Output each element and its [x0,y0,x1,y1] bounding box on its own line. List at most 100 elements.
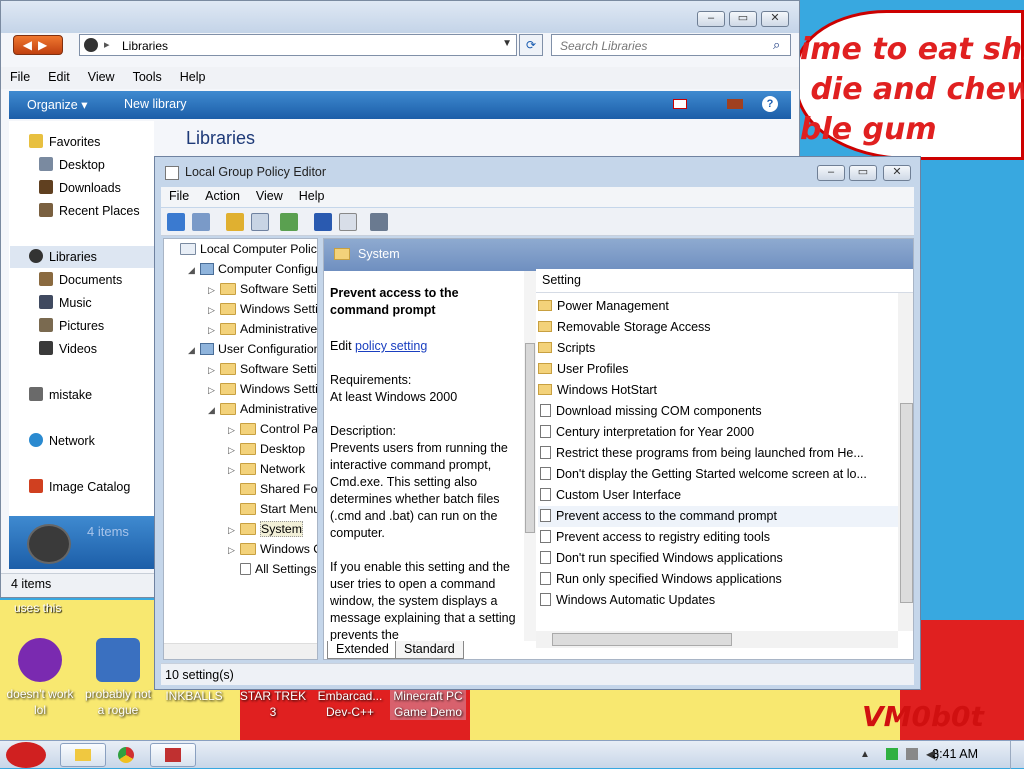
gpo-menu-help[interactable]: Help [291,187,333,205]
list-item[interactable]: Don't run specified Windows applications [538,548,898,569]
list-item[interactable]: Download missing COM components [538,401,898,422]
explorer-maximize-button[interactable]: ▭ [729,11,757,27]
tree-node[interactable]: ▷ Administrative Te [208,320,317,339]
filter-icon[interactable] [370,213,389,231]
expanded-arrow-icon[interactable]: ◢ [208,401,220,420]
tree-node[interactable]: ▷ Windows Setting [208,300,317,320]
export-list-icon[interactable] [280,213,299,231]
collapsed-arrow-icon[interactable]: ▷ [228,441,240,460]
gpo-menu-action[interactable]: Action [197,187,248,205]
collapsed-arrow-icon[interactable]: ▷ [228,461,240,480]
tree-node[interactable]: ◢ Administrative Te [208,400,317,420]
tab-extended[interactable]: Extended [327,641,398,659]
nav-mistake[interactable]: mistake [29,387,92,402]
nav-image-catalog[interactable]: Image Catalog [29,479,130,494]
column-header-setting[interactable]: Setting [536,269,913,293]
organize-button[interactable]: Organize ▾ [27,97,87,112]
scroll-thumb[interactable] [552,633,732,646]
gpo-title[interactable]: Local Group Policy Editor [185,165,326,179]
gpo-maximize-button[interactable]: ▭ [849,165,877,181]
tree-node[interactable]: Start Menu ar [228,500,317,519]
tree-node[interactable]: ▷ Software Setting [208,360,317,380]
preview-pane-icon[interactable] [727,99,743,109]
chrome-icon[interactable] [118,747,134,763]
desktop-icon-devcpp[interactable]: Embarcad... Dev-C++ [312,688,388,720]
start-button-angry-bird-icon[interactable] [6,742,46,768]
gpo-menu-view[interactable]: View [248,187,291,205]
address-bar[interactable]: ▸ Libraries ▼ [79,34,517,56]
tree-node[interactable]: ▷ Software Setting [208,280,317,300]
list-item[interactable]: Prevent access to the command prompt [538,506,898,527]
menu-file[interactable]: File [1,67,39,87]
tree-node[interactable]: ▷ Windows Setting [208,380,317,400]
tree-node[interactable]: ◢ Computer Configura [188,260,317,280]
nav-libraries[interactable]: Libraries [29,249,97,264]
expanded-arrow-icon[interactable]: ◢ [188,261,200,280]
help-book-icon[interactable] [313,213,332,231]
desktop-icon-inkballs[interactable]: INKBALLS [156,688,232,704]
menu-view[interactable]: View [79,67,124,87]
tree-node[interactable]: Shared Folde [228,480,317,499]
chevron-down-icon[interactable]: ▼ [502,38,512,49]
taskbar-explorer-button[interactable] [60,743,106,767]
list-item[interactable]: Custom User Interface [538,485,898,506]
scroll-thumb[interactable] [525,343,535,533]
description-scrollbar[interactable] [524,271,536,641]
nav-downloads[interactable]: Downloads [39,180,121,195]
tab-standard[interactable]: Standard [395,641,464,659]
collapsed-arrow-icon[interactable]: ▷ [228,421,240,440]
menu-edit[interactable]: Edit [39,67,79,87]
menu-tools[interactable]: Tools [124,67,171,87]
list-item[interactable]: Scripts [538,338,898,359]
scroll-thumb[interactable] [900,403,913,603]
refresh-icon[interactable]: ⟳ [519,34,543,56]
list-item[interactable]: User Profiles [538,359,898,380]
gpo-close-button[interactable]: ✕ [883,165,911,181]
explorer-titlebar[interactable] [1,1,799,33]
collapsed-arrow-icon[interactable]: ▷ [208,381,220,400]
collapsed-arrow-icon[interactable]: ▷ [228,521,240,540]
taskbar-gpo-button[interactable] [150,743,196,767]
nav-recent-places[interactable]: Recent Places [39,203,140,218]
nav-pictures[interactable]: Pictures [39,318,104,333]
collapsed-arrow-icon[interactable]: ▷ [208,361,220,380]
list-item[interactable]: Windows HotStart [538,380,898,401]
explorer-close-button[interactable]: ✕ [761,11,789,27]
menu-help[interactable]: Help [171,67,215,87]
desktop-icon-startrek[interactable]: STAR TREK 3 [235,688,311,720]
nav-documents[interactable]: Documents [39,272,122,287]
list-item[interactable]: Prevent access to registry editing tools [538,527,898,548]
nav-network[interactable]: Network [29,433,95,448]
desktop-icon-minecraft[interactable]: Minecraft PC Game Demo [390,688,466,720]
collapsed-arrow-icon[interactable]: ▷ [208,301,220,320]
nav-desktop[interactable]: Desktop [39,157,105,172]
back-arrow-icon[interactable] [167,213,185,231]
collapsed-arrow-icon[interactable]: ▷ [228,541,240,560]
tree-horizontal-scrollbar[interactable] [164,643,317,659]
network-tray-icon[interactable] [886,748,898,760]
clock[interactable]: 3:41 AM [932,747,978,761]
search-icon[interactable]: ⌕ [773,37,780,53]
nav-music[interactable]: Music [39,295,92,310]
list-item[interactable]: Century interpretation for Year 2000 [538,422,898,443]
tree-node[interactable]: ▷ Control Pane [228,420,317,440]
tree-node[interactable]: ▷ Desktop [228,440,305,459]
tray-expand-icon[interactable]: ▲ [860,749,870,760]
list-item[interactable]: Don't display the Getting Started welcom… [538,464,898,485]
tree-node[interactable]: ▷ Windows Co [228,540,317,560]
collapsed-arrow-icon[interactable]: ▷ [208,281,220,300]
desktop-icon-rogue[interactable]: probably not a rogue [80,638,156,718]
expanded-arrow-icon[interactable]: ◢ [188,341,200,360]
list-vertical-scrollbar[interactable] [898,293,913,631]
show-desktop-button[interactable] [1010,741,1024,769]
forward-arrow-icon[interactable] [192,213,211,231]
list-item[interactable]: Removable Storage Access [538,317,898,338]
list-item[interactable]: Power Management [538,296,898,317]
tree-node[interactable]: ▷ System [228,520,303,539]
gpo-menu-file[interactable]: File [161,187,197,205]
new-library-button[interactable]: New library [124,97,187,111]
back-forward-buttons[interactable]: ◀▶ [13,35,63,55]
up-folder-icon[interactable] [225,213,244,231]
policy-setting-link[interactable]: policy setting [355,339,427,353]
display-tray-icon[interactable] [906,748,918,760]
